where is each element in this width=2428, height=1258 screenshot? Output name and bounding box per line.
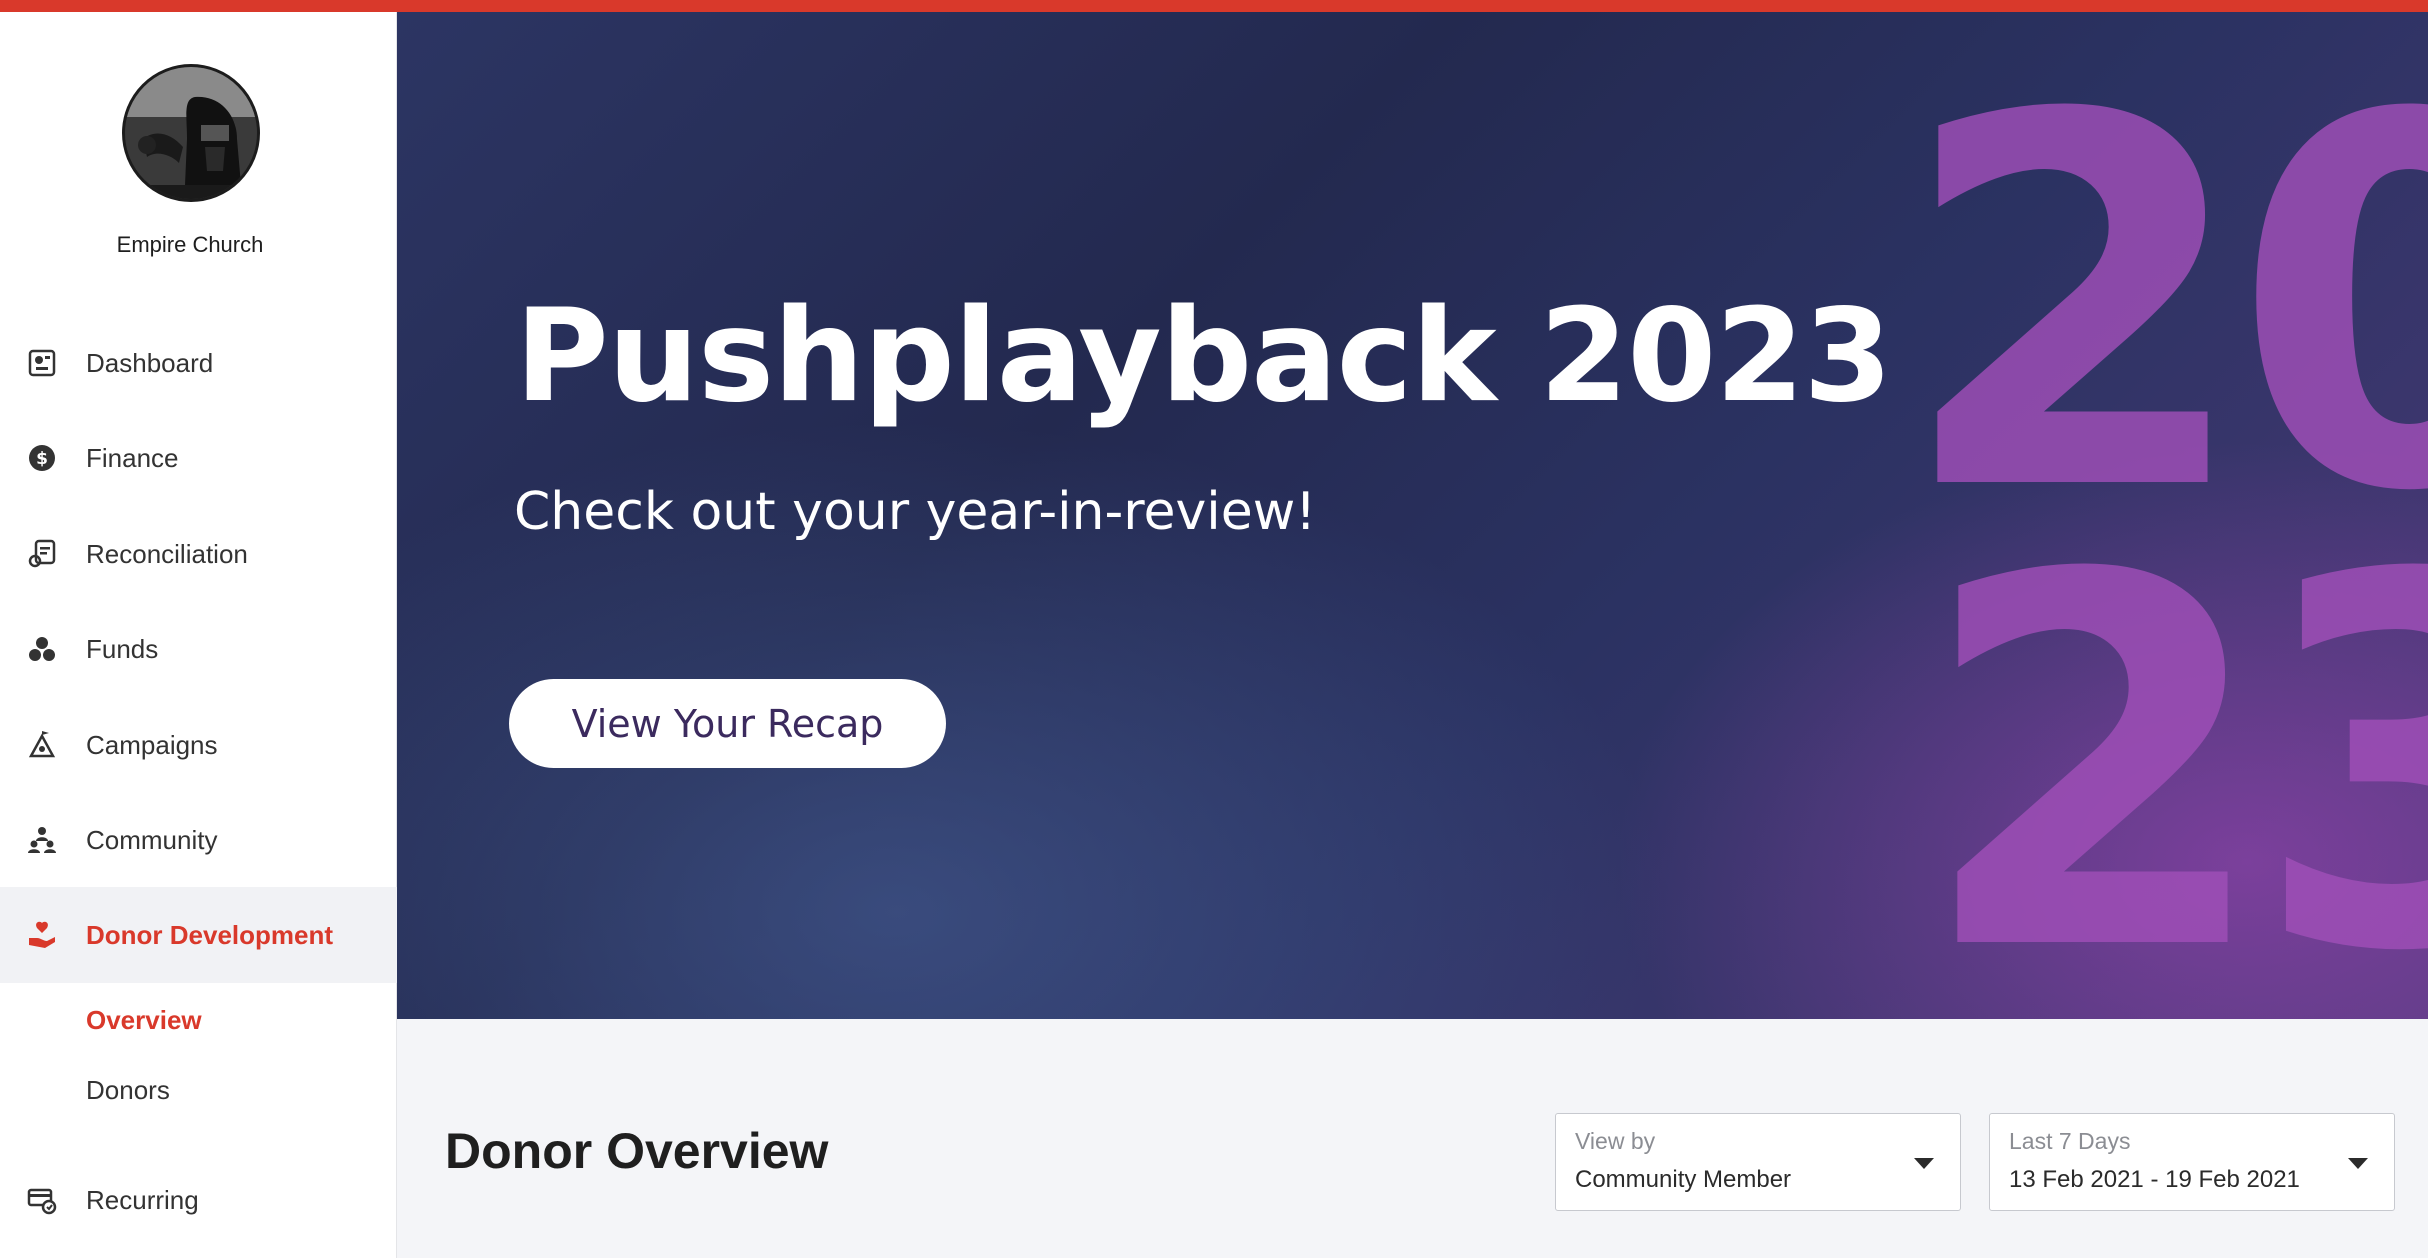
dollar-icon: $ xyxy=(26,442,58,474)
sidebar-item-label: Donor Development xyxy=(86,919,334,950)
org-avatar[interactable] xyxy=(122,64,260,202)
reconciliation-icon xyxy=(26,538,58,570)
sidebar-item-donor-development[interactable]: Donor Development xyxy=(0,887,397,983)
sidebar-item-reconciliation[interactable]: Reconciliation xyxy=(0,506,397,602)
dashboard-icon xyxy=(26,347,58,379)
campaign-icon xyxy=(26,729,58,761)
view-by-value: Community Member xyxy=(1575,1166,1792,1193)
sidebar-item-label: Dashboard xyxy=(86,347,214,378)
sidebar-item-label: Reconciliation xyxy=(86,538,248,569)
sidebar-item-recurring[interactable]: Recurring xyxy=(0,1152,397,1248)
view-by-select[interactable]: View by Community Member xyxy=(1555,1113,1961,1211)
sidebar-item-label: Recurring xyxy=(86,1184,199,1215)
coins-icon xyxy=(26,633,58,665)
dark-helmet-avatar-icon xyxy=(125,67,257,199)
sidebar-subitem-donors[interactable]: Donors xyxy=(86,1075,170,1106)
sidebar-item-label: Community xyxy=(86,824,218,855)
sidebar-item-campaigns[interactable]: Campaigns xyxy=(0,697,397,793)
donor-hand-icon xyxy=(26,919,58,951)
hero-title: Pushplayback 2023 xyxy=(515,282,1892,431)
top-accent-bar xyxy=(0,0,2428,12)
date-range-value: 13 Feb 2021 - 19 Feb 2021 xyxy=(2009,1166,2300,1193)
date-range-label: Last 7 Days xyxy=(2009,1128,2131,1154)
hero-subtitle: Check out your year-in-review! xyxy=(514,482,1317,542)
chevron-down-icon xyxy=(2348,1158,2368,1169)
sidebar-item-dashboard[interactable]: Dashboard xyxy=(0,315,397,411)
sidebar-item-finance[interactable]: $ Finance xyxy=(0,410,397,506)
chevron-down-icon xyxy=(1914,1158,1934,1169)
sidebar-subitem-overview[interactable]: Overview xyxy=(86,1005,202,1036)
view-recap-button[interactable]: View Your Recap xyxy=(509,679,946,768)
sidebar-item-community[interactable]: Community xyxy=(0,792,397,888)
sidebar: Empire Church Dashboard $ Finance Reconc… xyxy=(0,12,397,1258)
recurring-icon xyxy=(26,1184,58,1216)
sidebar-item-funds[interactable]: Funds xyxy=(0,601,397,697)
sidebar-item-label: Campaigns xyxy=(86,729,218,760)
svg-text:$: $ xyxy=(36,449,48,469)
community-icon xyxy=(26,824,58,856)
page-title: Donor Overview xyxy=(445,1123,829,1179)
sidebar-item-label: Finance xyxy=(86,442,179,473)
org-name: Empire Church xyxy=(116,232,264,257)
hero-year-bottom: 23 xyxy=(1917,470,2428,1020)
view-by-label: View by xyxy=(1575,1128,1656,1154)
sidebar-item-label: Funds xyxy=(86,633,159,664)
recap-hero-banner: 20 23 Pushplayback 2023 Check out your y… xyxy=(397,12,2428,1019)
date-range-select[interactable]: Last 7 Days 13 Feb 2021 - 19 Feb 2021 xyxy=(1989,1113,2395,1211)
